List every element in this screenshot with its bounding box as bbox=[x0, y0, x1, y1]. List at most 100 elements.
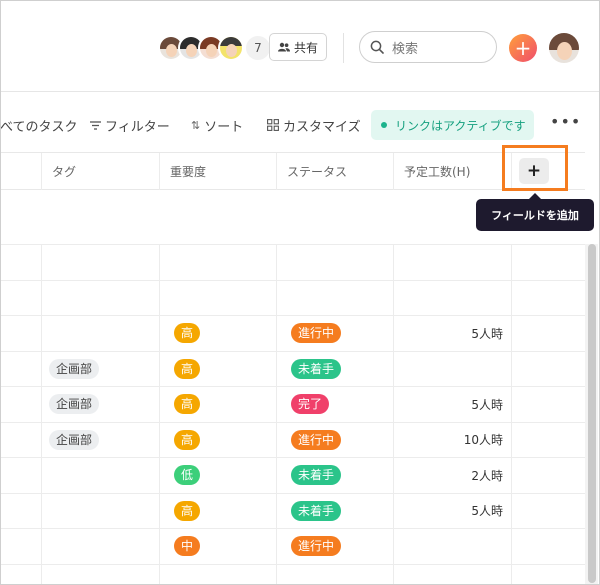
sort-button[interactable]: ⇅ ソート bbox=[191, 108, 243, 142]
cell-hours[interactable] bbox=[393, 351, 511, 386]
cell-tag[interactable]: 企画部 bbox=[41, 422, 159, 457]
cell-hours[interactable]: 5人時 bbox=[393, 387, 511, 422]
cell-empty[interactable] bbox=[511, 351, 585, 386]
column-header-tag[interactable]: タグ bbox=[41, 153, 159, 190]
cell-hours[interactable] bbox=[393, 529, 511, 564]
cell-empty[interactable] bbox=[511, 564, 585, 585]
vertical-scrollbar[interactable] bbox=[585, 244, 598, 584]
estimated-hours: 2人時 bbox=[471, 468, 503, 483]
table-row[interactable]: 中 進行中 bbox=[0, 528, 585, 564]
cell-priority[interactable]: 高 bbox=[159, 387, 276, 422]
cell-status[interactable] bbox=[276, 245, 393, 280]
sort-icon: ⇅ bbox=[191, 118, 201, 132]
cell-empty[interactable] bbox=[511, 458, 585, 493]
cell-tag[interactable] bbox=[41, 245, 159, 280]
cell-hours[interactable]: 5人時 bbox=[393, 316, 511, 351]
cell-priority[interactable] bbox=[159, 245, 276, 280]
cell-hours[interactable]: 2人時 bbox=[393, 458, 511, 493]
cell-status[interactable] bbox=[276, 564, 393, 585]
cell-priority[interactable]: 高 bbox=[159, 422, 276, 457]
cell-hours[interactable] bbox=[393, 280, 511, 315]
share-button[interactable]: 共有 bbox=[269, 33, 327, 61]
filter-button[interactable]: フィルター bbox=[90, 108, 170, 142]
add-field-button[interactable]: + bbox=[519, 158, 549, 184]
customize-button[interactable]: カスタマイズ bbox=[267, 108, 361, 142]
cell-hours[interactable]: 5人時 bbox=[393, 493, 511, 528]
cell-tag[interactable] bbox=[41, 316, 159, 351]
cell-hours[interactable]: 10人時 bbox=[393, 422, 511, 457]
cell-empty[interactable] bbox=[511, 493, 585, 528]
search-placeholder: 検索 bbox=[392, 41, 419, 57]
cell-priority[interactable]: 高 bbox=[159, 351, 276, 386]
table-row[interactable]: 企画部 高 完了 5人時 bbox=[0, 386, 585, 422]
cell-priority[interactable]: 高 bbox=[159, 316, 276, 351]
link-active-label: リンクはアクティブです bbox=[395, 118, 526, 133]
cell-status[interactable]: 完了 bbox=[276, 387, 393, 422]
cell-tag[interactable]: 企画部 bbox=[41, 351, 159, 386]
cell-hours[interactable] bbox=[393, 245, 511, 280]
table-row[interactable]: 企画部 高 進行中 10人時 bbox=[0, 421, 585, 457]
estimated-hours: 5人時 bbox=[471, 326, 503, 341]
column-header-tag-label: タグ bbox=[52, 165, 77, 179]
cell-status[interactable]: 進行中 bbox=[276, 422, 393, 457]
cell-empty[interactable] bbox=[511, 245, 585, 280]
all-tasks-tab[interactable]: べてのタスク bbox=[0, 108, 77, 142]
table-row[interactable]: 高 未着手 5人時 bbox=[0, 492, 585, 528]
cell-status[interactable]: 未着手 bbox=[276, 458, 393, 493]
member-count-badge[interactable]: 7 bbox=[246, 36, 270, 60]
user-avatar[interactable] bbox=[549, 33, 579, 63]
column-header-priority[interactable]: 重要度 bbox=[159, 153, 276, 190]
grid-icon bbox=[267, 119, 279, 131]
cell-priority[interactable]: 中 bbox=[159, 529, 276, 564]
scrollbar-thumb[interactable] bbox=[588, 244, 596, 583]
priority-badge: 低 bbox=[174, 465, 201, 486]
cell-priority[interactable]: 低 bbox=[159, 458, 276, 493]
priority-badge: 高 bbox=[174, 358, 201, 379]
table-header: タグ 重要度 ステータス 予定工数(H) bbox=[0, 152, 585, 190]
priority-badge: 高 bbox=[174, 323, 201, 344]
table-row[interactable] bbox=[0, 279, 585, 315]
all-tasks-label: べてのタスク bbox=[0, 119, 78, 135]
table-row[interactable] bbox=[0, 563, 585, 585]
member-avatars[interactable]: 7 bbox=[158, 35, 270, 61]
cell-empty[interactable] bbox=[511, 529, 585, 564]
status-badge: 未着手 bbox=[291, 358, 342, 379]
cell-status[interactable]: 進行中 bbox=[276, 529, 393, 564]
cell-tag[interactable] bbox=[41, 493, 159, 528]
column-header-status[interactable]: ステータス bbox=[276, 153, 393, 190]
table-row[interactable]: 低 未着手 2人時 bbox=[0, 457, 585, 493]
cell-tag[interactable]: 企画部 bbox=[41, 387, 159, 422]
cell-tag[interactable] bbox=[41, 564, 159, 585]
more-options-icon[interactable]: ••• bbox=[550, 112, 581, 131]
estimated-hours: 5人時 bbox=[471, 504, 503, 519]
cell-tag[interactable] bbox=[41, 458, 159, 493]
search-input[interactable]: 検索 bbox=[359, 31, 497, 63]
cell-hours[interactable] bbox=[393, 564, 511, 585]
table-row[interactable]: 高 進行中 5人時 bbox=[0, 315, 585, 351]
cell-tag[interactable] bbox=[41, 529, 159, 564]
customize-label: カスタマイズ bbox=[283, 119, 361, 135]
cell-empty[interactable] bbox=[511, 422, 585, 457]
cell-status[interactable]: 進行中 bbox=[276, 316, 393, 351]
cell-tag[interactable] bbox=[41, 280, 159, 315]
cell-priority[interactable] bbox=[159, 280, 276, 315]
cell-priority[interactable]: 高 bbox=[159, 493, 276, 528]
cell-empty[interactable] bbox=[511, 316, 585, 351]
cell-empty[interactable] bbox=[511, 280, 585, 315]
status-badge: 進行中 bbox=[291, 536, 342, 557]
priority-badge: 中 bbox=[174, 536, 201, 557]
cell-status[interactable]: 未着手 bbox=[276, 493, 393, 528]
cell-priority[interactable] bbox=[159, 564, 276, 585]
status-badge: 完了 bbox=[291, 394, 330, 415]
link-active-button[interactable]: リンクはアクティブです bbox=[371, 110, 534, 140]
status-badge: 未着手 bbox=[291, 465, 342, 486]
table-row[interactable]: 企画部 高 未着手 bbox=[0, 350, 585, 386]
table-row[interactable] bbox=[0, 244, 585, 280]
column-header-priority-label: 重要度 bbox=[170, 165, 207, 179]
create-button[interactable]: + bbox=[509, 34, 537, 62]
column-header-hours[interactable]: 予定工数(H) bbox=[393, 153, 511, 190]
top-header: 7 共有 検索 + bbox=[0, 0, 600, 92]
cell-status[interactable] bbox=[276, 280, 393, 315]
cell-status[interactable]: 未着手 bbox=[276, 351, 393, 386]
cell-empty[interactable] bbox=[511, 387, 585, 422]
